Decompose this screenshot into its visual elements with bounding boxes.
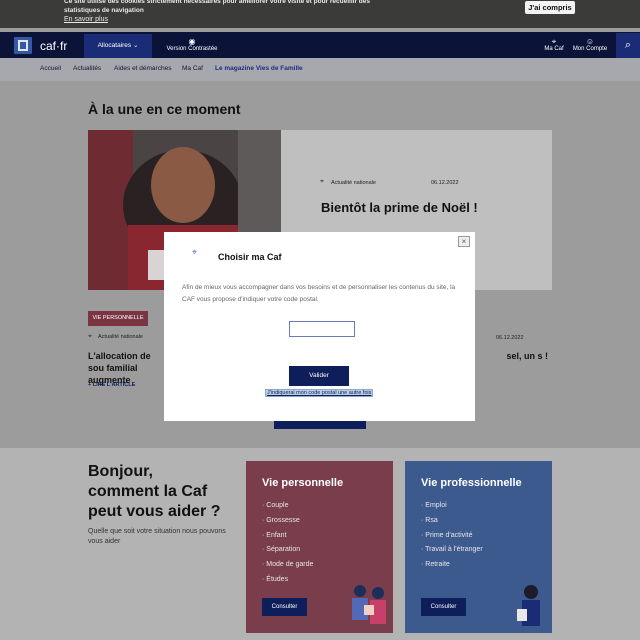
location-pin-icon: ⌖ [192, 247, 198, 257]
list-item[interactable]: Études [262, 573, 313, 588]
panel-list: Couple Grossesse Enfant Séparation Mode … [262, 499, 313, 588]
skip-postal-link[interactable]: J'indiquerai mon code postal une autre f… [265, 389, 374, 397]
consulter-button[interactable]: Consulter [421, 598, 466, 616]
cookie-accept-button[interactable]: J'ai compris [525, 1, 575, 14]
cookie-text: Ce site utilise des cookies strictement … [64, 0, 370, 14]
list-item[interactable]: Enfant [262, 529, 313, 544]
location-pin-icon: ⌖ [320, 178, 324, 185]
help-subtext: Quelle que soit votre situation nous pou… [88, 528, 226, 545]
read-article-link[interactable]: + LIRE L'ARTICLE [88, 382, 135, 388]
audience-dropdown-label: Allocataires [97, 42, 132, 49]
location-pin-icon: ⌖ [88, 333, 92, 340]
macaf-label: Ma Caf [544, 46, 564, 52]
list-item[interactable]: Travail à l'étranger [421, 543, 483, 558]
account-label: Mon Compte [572, 46, 608, 52]
choose-caf-modal: × ⌖ Choisir ma Caf Afin de mieux vous ac… [164, 232, 475, 421]
modal-title: Choisir ma Caf [218, 252, 282, 262]
search-icon: ⌕ [624, 39, 632, 51]
article3-title[interactable]: sel, un s ! [478, 350, 548, 362]
headline-heading: À la une en ce moment [88, 101, 241, 117]
read-article-label: LIRE L'ARTICLE [92, 382, 136, 388]
site-logo-text[interactable]: caf·fr [40, 39, 67, 53]
category-tag: VIE PERSONNELLE [88, 311, 148, 326]
macaf-button[interactable]: ⌖ Ma Caf [540, 37, 568, 52]
article2-category: Actualité nationale [98, 334, 143, 340]
main-nav: Accueil Actualités Aides et démarches Ma… [0, 58, 640, 81]
search-button[interactable]: ⌕ [616, 33, 640, 58]
article3-date: 06.12.2022 [496, 335, 524, 341]
article2-title[interactable]: L'allocation de sou familial augmente [88, 350, 168, 386]
nav-item-aides[interactable]: Aides et démarches [114, 65, 171, 72]
cookie-banner: Ce site utilise des cookies strictement … [0, 0, 640, 28]
nav-item-accueil[interactable]: Accueil [40, 65, 61, 72]
consulter-button[interactable]: Consulter [262, 598, 307, 616]
vie-professionnelle-panel: Vie professionnelle Emploi Rsa Prime d'a… [405, 461, 552, 633]
account-button[interactable]: ☺ Mon Compte [570, 37, 610, 52]
modal-text: Afin de mieux vous accompagner dans vos … [182, 284, 456, 303]
nav-item-magazine[interactable]: Le magazine Vies de Famille [215, 65, 303, 72]
list-item[interactable]: Grossesse [262, 514, 313, 529]
list-item[interactable]: Rsa [421, 514, 483, 529]
contrast-toggle[interactable]: ◉ Version Contrastée [160, 37, 224, 52]
caf-logo-icon[interactable] [14, 37, 32, 54]
panel-title: Vie professionnelle [421, 477, 522, 489]
vie-personnelle-panel: Vie personnelle Couple Grossesse Enfant … [246, 461, 393, 633]
list-item[interactable]: Séparation [262, 543, 313, 558]
user-icon: ☺ [585, 37, 595, 46]
worker-illustration [517, 585, 540, 626]
featured-title[interactable]: Bientôt la prime de Noël ! [321, 200, 478, 215]
featured-date: 06.12.2022 [431, 180, 459, 186]
family-illustration [352, 585, 386, 624]
contrast-label: Version Contrastée [166, 46, 218, 52]
list-item[interactable]: Mode de garde [262, 558, 313, 573]
list-item[interactable]: Couple [262, 499, 313, 514]
nav-item-macaf[interactable]: Ma Caf [182, 65, 203, 72]
chevron-down-icon: ⌄ [132, 42, 139, 49]
eye-icon: ◉ [188, 37, 196, 46]
location-pin-icon: ⌖ [551, 37, 557, 46]
site-header: caf·fr Allocataires ⌄ ◉ Version Contrast… [0, 32, 640, 58]
nav-item-actualites[interactable]: Actualités [73, 65, 101, 72]
panel-list: Emploi Rsa Prime d'activité Travail à l'… [421, 499, 483, 573]
panel-title: Vie personnelle [262, 477, 344, 489]
postal-code-input[interactable] [289, 321, 355, 337]
validate-button[interactable]: Valider [289, 366, 349, 386]
help-heading: Bonjour, comment la Caf peut vous aider … [88, 463, 221, 520]
list-item[interactable]: Retraite [421, 558, 483, 573]
featured-category: Actualité nationale [331, 180, 376, 186]
more-news-button[interactable] [274, 420, 366, 429]
close-icon[interactable]: × [458, 236, 470, 247]
list-item[interactable]: Prime d'activité [421, 529, 483, 544]
audience-dropdown[interactable]: Allocataires ⌄ [84, 34, 152, 58]
cookie-more-link[interactable]: En savoir plus [64, 16, 108, 23]
list-item[interactable]: Emploi [421, 499, 483, 514]
